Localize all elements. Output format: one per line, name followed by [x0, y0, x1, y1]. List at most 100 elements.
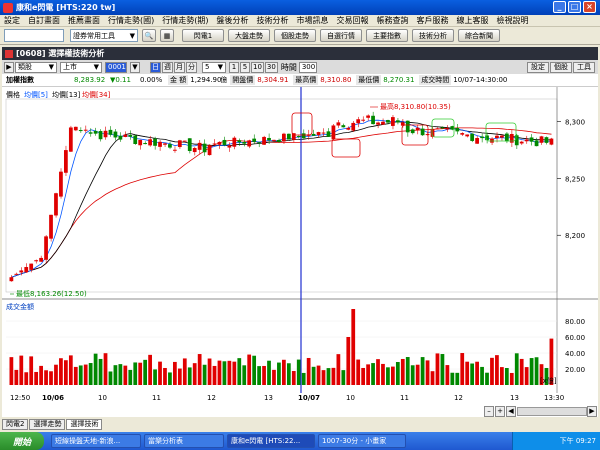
code-dropdown[interactable]: ▼	[130, 61, 140, 73]
taskbar: 開始 短線操盤天地-新浪... 當樂分析表 康和e閃電 [HTS:22... 1007…	[0, 432, 600, 450]
x-axis: 12:50 10/06 10 11 12 13 10/07 10 11 12 13 13:30	[2, 393, 598, 405]
menu-item-1[interactable]: 自訂畫面	[24, 15, 64, 26]
menu-item-5[interactable]: 盤後分析	[213, 15, 253, 26]
volume-bar-97	[490, 357, 494, 385]
period-0[interactable]: 日	[150, 61, 161, 73]
volume-bar-38	[197, 354, 202, 385]
low-label: 最低價	[356, 75, 382, 85]
close-button[interactable]: ×	[583, 1, 596, 13]
candle-69	[351, 122, 356, 131]
range-3[interactable]: 30	[264, 61, 278, 73]
candle-77	[391, 117, 395, 126]
volume-bar-50	[257, 366, 261, 385]
code-input[interactable]: 0001	[105, 61, 127, 73]
candle-45	[232, 137, 237, 147]
candlestick-chart[interactable]: 8,300 8,250 8,200 80.00 60.00 40.00 20.00 價格 均…	[2, 87, 598, 393]
candle-54	[277, 139, 281, 142]
highlight-box-1	[331, 138, 361, 158]
volume-bar-9	[54, 364, 58, 385]
start-button[interactable]: 開始	[0, 432, 44, 450]
open-value: 8,304.91	[257, 76, 289, 84]
volume-bar-80	[405, 357, 410, 385]
tools-combo[interactable]: 證券常用工具 ▼	[70, 29, 138, 42]
horizontal-scrollbar[interactable]	[517, 406, 587, 416]
range-0[interactable]: 1	[229, 61, 239, 73]
toolbar-button-4[interactable]: 主要指數	[366, 29, 408, 42]
menu-item-9[interactable]: 帳務查詢	[373, 15, 413, 26]
volume-bar-32	[168, 372, 172, 385]
volume-bar-34	[177, 368, 182, 385]
scroll-right-button[interactable]: ▶	[587, 405, 597, 417]
task-3[interactable]: 1007-30分 - 小畫家	[318, 434, 406, 448]
menu-item-12[interactable]: 檢視說明	[493, 15, 533, 26]
tab-1[interactable]: 選擇走勢	[29, 418, 66, 430]
volume-bar-6	[39, 365, 43, 385]
right-button-1[interactable]: 個股	[550, 61, 572, 73]
scroll-left-button[interactable]: ◀	[506, 405, 516, 417]
zoom-in-button[interactable]: +	[495, 405, 505, 417]
volume-bar-59	[301, 372, 306, 385]
period-3[interactable]: 分	[186, 61, 197, 73]
candle-39	[202, 143, 207, 153]
toolbar: 證券常用工具 ▼ 🔍 ▦ 閃電1 大盤走勢 個股走勢 自選行情 主要指數 技術分析 綜合新聞	[0, 27, 600, 45]
range-2[interactable]: 10	[251, 61, 264, 73]
right-button-0[interactable]: 設定	[527, 61, 549, 73]
chart-area[interactable]: 8,300 8,250 8,200 80.00 60.00 40.00 20.00 價格 均…	[2, 87, 598, 393]
period-2[interactable]: 月	[174, 61, 185, 73]
menu-item-0[interactable]: 設定	[0, 15, 24, 26]
toolbar-button-6[interactable]: 綜合新聞	[458, 29, 500, 42]
menu-item-3[interactable]: 行情走勢(國)	[104, 15, 158, 26]
zoom-out-button[interactable]: –	[484, 405, 494, 417]
menu-item-6[interactable]: 技術分析	[253, 15, 293, 26]
volume-bar-57	[291, 371, 296, 385]
task-1[interactable]: 當樂分析表	[144, 434, 224, 448]
volume-bar-56	[286, 363, 291, 385]
volume-bar-77	[391, 366, 395, 385]
range-1[interactable]: 5	[240, 61, 250, 73]
candle-29	[153, 138, 157, 146]
legend-price: 價格	[6, 90, 20, 99]
market-select[interactable]: 上市 ▼	[60, 61, 102, 73]
chart-icon[interactable]: ▦	[160, 29, 174, 42]
menu-item-7[interactable]: 市場訊息	[293, 15, 333, 26]
task-0[interactable]: 短線操盤天地-新浪...	[51, 434, 141, 448]
legend-ma34: 均價[34]	[82, 90, 111, 99]
blank-combo[interactable]	[4, 29, 64, 42]
category-select[interactable]: 類股 ▼	[15, 61, 57, 73]
tab-2[interactable]: 選擇技術	[66, 418, 103, 430]
period-1[interactable]: 週	[162, 61, 173, 73]
open-label: 開盤價	[230, 75, 256, 85]
task-2[interactable]: 康和e閃電 [HTS:22...	[227, 434, 315, 448]
menu-item-11[interactable]: 線上客服	[453, 15, 493, 26]
candle-87	[440, 127, 445, 129]
x-label-11: 13:30	[544, 394, 565, 402]
menu-item-8[interactable]: 交易回報	[333, 15, 373, 26]
maximize-button[interactable]: □	[568, 1, 581, 13]
toolbar-button-3[interactable]: 自選行情	[320, 29, 362, 42]
volume-bar-96	[485, 372, 489, 385]
quote-info-bar: 加權指數 8,283.92 ▼0.11 0.00% 金 額 1,294.90 億…	[2, 74, 598, 87]
menu-item-4[interactable]: 行情走勢(期)	[158, 15, 212, 26]
toolbar-button-5[interactable]: 技術分析	[412, 29, 454, 42]
tab-0[interactable]: 閃電2	[2, 418, 29, 430]
toolbar-button-2[interactable]: 個股走勢	[274, 29, 316, 42]
candle-15	[83, 129, 88, 131]
zoom-icon[interactable]: 🔍	[142, 29, 156, 42]
toolbar-button-0[interactable]: 閃電1	[182, 29, 224, 42]
volume-bar-76	[386, 367, 390, 385]
volume-bar-74	[376, 359, 380, 385]
right-button-2[interactable]: 工具	[573, 61, 595, 73]
count-input[interactable]: 300	[298, 61, 317, 73]
menu-item-10[interactable]: 客戶服務	[413, 15, 453, 26]
x-label-5: 13	[264, 394, 273, 402]
collapse-button[interactable]: ▶	[4, 61, 14, 73]
volume-bar-3	[24, 372, 29, 385]
scroll-controls: – + ◀ ▶	[2, 405, 598, 417]
volume-bar-68	[346, 337, 351, 385]
menu-item-2[interactable]: 推薦畫面	[64, 15, 104, 26]
toolbar-button-1[interactable]: 大盤走勢	[228, 29, 270, 42]
volume-bar-13	[73, 366, 78, 385]
minute-select[interactable]: 5 ▼	[202, 61, 226, 73]
tools-combo-value: 證券常用工具	[73, 31, 115, 40]
minimize-button[interactable]: _	[553, 1, 566, 13]
